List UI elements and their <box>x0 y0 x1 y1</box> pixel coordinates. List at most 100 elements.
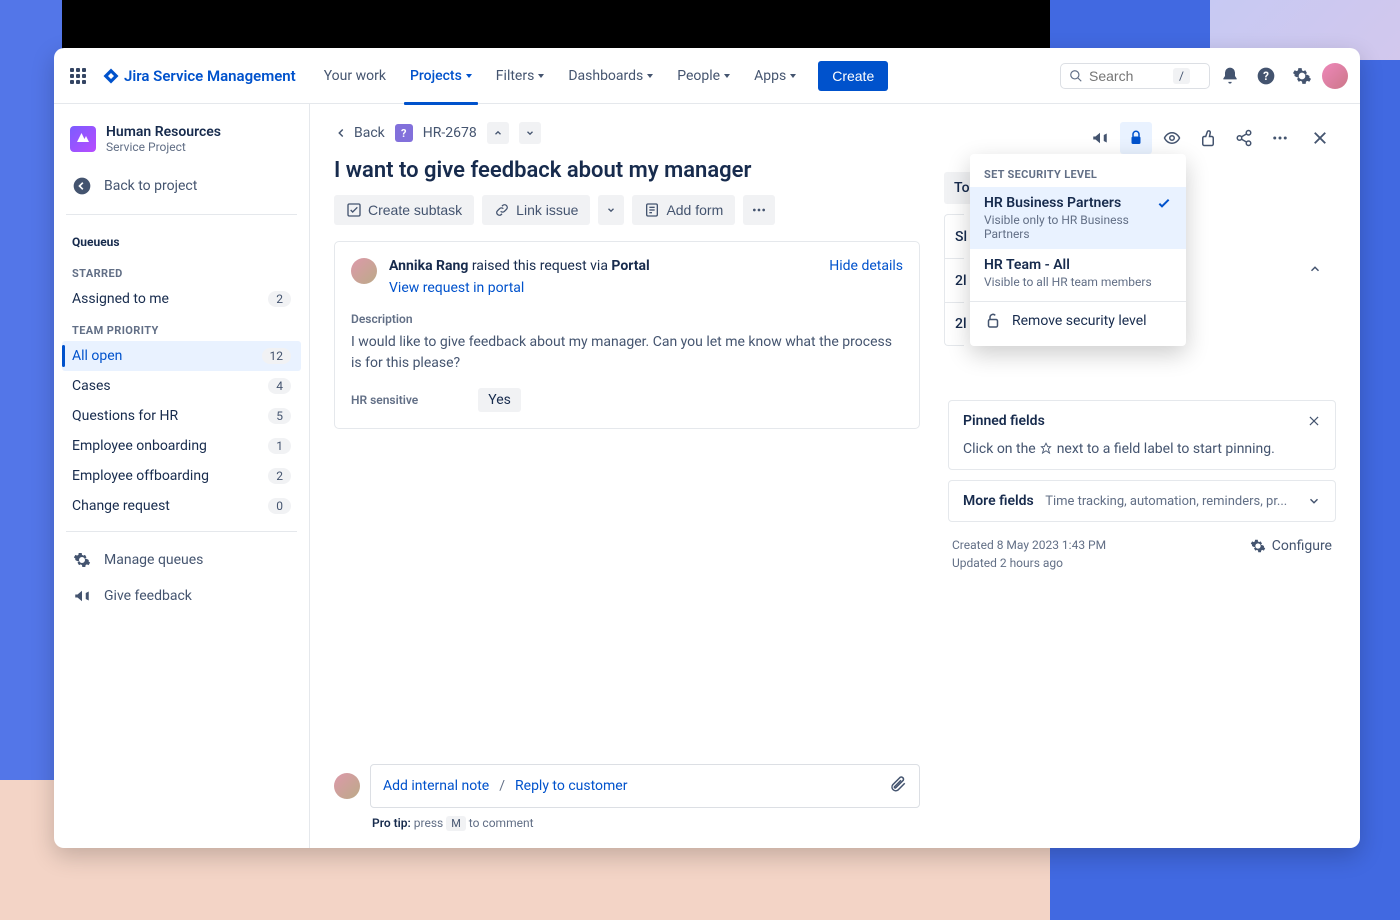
app-window: Jira Service Management Your work Projec… <box>54 48 1360 848</box>
search-input[interactable]: / <box>1060 63 1210 89</box>
watch-icon[interactable] <box>1156 122 1188 154</box>
prev-issue-button[interactable] <box>487 122 509 144</box>
queue-assigned-to-me[interactable]: Assigned to me 2 <box>62 284 301 314</box>
requester-name: Annika Rang <box>389 258 468 274</box>
topbar: Jira Service Management Your work Projec… <box>54 48 1360 104</box>
details-chevron[interactable] <box>1308 262 1322 280</box>
close-icon[interactable] <box>1304 122 1336 154</box>
create-button[interactable]: Create <box>818 61 888 91</box>
next-issue-button[interactable] <box>519 122 541 144</box>
more-actions-button[interactable] <box>743 195 775 225</box>
add-form-button[interactable]: Add form <box>632 195 735 225</box>
hr-sensitive-label: HR sensitive <box>351 393 418 407</box>
breadcrumb: Back ? HR-2678 <box>334 122 920 144</box>
link-issue-button[interactable]: Link issue <box>482 195 590 225</box>
divider <box>66 531 297 532</box>
team-priority-subheading: TEAM PRIORITY <box>62 314 301 341</box>
project-type: Service Project <box>106 140 221 154</box>
issue-type-icon: ? <box>395 124 413 142</box>
attachment-icon[interactable] <box>889 775 907 797</box>
reply-box[interactable]: Add internal note / Reply to customer <box>370 764 920 808</box>
pin-icon <box>1039 442 1053 456</box>
option-desc: Visible only to HR Business Partners <box>984 213 1148 241</box>
back-to-project[interactable]: Back to project <box>62 168 301 204</box>
nav-apps[interactable]: Apps <box>744 60 806 92</box>
more-icon[interactable] <box>1264 122 1296 154</box>
manage-queues[interactable]: Manage queues <box>62 542 301 578</box>
chevron-down-icon <box>466 74 472 78</box>
more-fields-panel[interactable]: More fields Time tracking, automation, r… <box>948 480 1336 522</box>
security-option-hr-team-all[interactable]: HR Team - All Visible to all HR team mem… <box>970 249 1186 297</box>
reply-to-customer-link[interactable]: Reply to customer <box>515 778 627 794</box>
chevron-down-icon <box>606 205 616 215</box>
search-shortcut: / <box>1173 68 1190 84</box>
notifications-icon[interactable] <box>1214 60 1246 92</box>
logo[interactable]: Jira Service Management <box>102 67 296 85</box>
queue-employee-offboarding[interactable]: Employee offboarding 2 <box>62 461 301 491</box>
app-switcher-icon[interactable] <box>66 64 90 88</box>
configure-link[interactable]: Configure <box>1250 538 1332 554</box>
top-nav: Your work Projects Filters Dashboards Pe… <box>314 60 806 92</box>
queue-change-request[interactable]: Change request 0 <box>62 491 301 521</box>
panel-row[interactable]: Sl <box>944 214 964 258</box>
project-header: Human Resources Service Project <box>62 120 301 168</box>
user-avatar[interactable] <box>1322 63 1348 89</box>
feedback-icon[interactable] <box>1084 122 1116 154</box>
close-icon[interactable] <box>1307 414 1321 428</box>
chevron-down-icon <box>790 74 796 78</box>
link-issue-label: Link issue <box>516 202 578 218</box>
hr-sensitive-value: Yes <box>478 388 521 412</box>
help-icon[interactable]: ? <box>1250 60 1282 92</box>
search-field[interactable] <box>1089 68 1167 84</box>
remove-security-level[interactable]: Remove security level <box>970 301 1186 340</box>
queue-employee-onboarding[interactable]: Employee onboarding 1 <box>62 431 301 461</box>
queue-label: Change request <box>72 498 170 514</box>
subtask-icon <box>346 202 362 218</box>
share-icon[interactable] <box>1228 122 1260 154</box>
remove-security-label: Remove security level <box>1012 313 1147 329</box>
requester-avatar <box>351 258 377 284</box>
frame: Jira Service Management Your work Projec… <box>0 0 1400 920</box>
queue-label: Assigned to me <box>72 291 169 307</box>
security-option-hr-business-partners[interactable]: HR Business Partners Visible only to HR … <box>970 187 1186 249</box>
nav-projects[interactable]: Projects <box>400 60 482 92</box>
manage-queues-label: Manage queues <box>104 552 203 568</box>
search-icon <box>1069 69 1083 83</box>
issue-title[interactable]: I want to give feedback about my manager <box>334 158 920 183</box>
queue-count: 12 <box>262 348 292 364</box>
gear-icon <box>1250 538 1266 554</box>
link-issue-dropdown[interactable] <box>598 195 624 225</box>
queue-label: Employee offboarding <box>72 468 209 484</box>
queue-label: All open <box>72 348 122 364</box>
view-request-link[interactable]: View request in portal <box>389 280 817 296</box>
security-lock-icon[interactable] <box>1120 122 1152 154</box>
starred-subheading: STARRED <box>62 257 301 284</box>
settings-icon[interactable] <box>1286 60 1318 92</box>
arrow-left-circle-icon <box>72 176 92 196</box>
nav-people[interactable]: People <box>667 60 740 92</box>
queue-all-open[interactable]: All open 12 <box>62 341 301 371</box>
jira-icon <box>102 67 120 85</box>
queue-count: 2 <box>268 291 291 307</box>
queue-questions-for-hr[interactable]: Questions for HR 5 <box>62 401 301 431</box>
breadcrumb-back[interactable]: Back <box>334 125 385 141</box>
create-subtask-button[interactable]: Create subtask <box>334 195 474 225</box>
dropdown-heading: SET SECURITY LEVEL <box>970 160 1186 187</box>
like-icon[interactable] <box>1192 122 1224 154</box>
queue-count: 2 <box>268 468 291 484</box>
nav-dashboards[interactable]: Dashboards <box>558 60 663 92</box>
pinned-fields-header[interactable]: Pinned fields <box>949 401 1335 441</box>
nav-your-work[interactable]: Your work <box>314 60 396 92</box>
give-feedback[interactable]: Give feedback <box>62 578 301 614</box>
chevron-down-icon <box>538 74 544 78</box>
action-row: Create subtask Link issue Add form <box>334 195 920 225</box>
sidebar: Human Resources Service Project Back to … <box>54 104 310 848</box>
queue-cases[interactable]: Cases 4 <box>62 371 301 401</box>
hide-details-link[interactable]: Hide details <box>829 258 903 274</box>
security-level-dropdown: SET SECURITY LEVEL HR Business Partners … <box>970 154 1186 346</box>
created-at: Created 8 May 2023 1:43 PM <box>952 538 1106 552</box>
add-internal-note-link[interactable]: Add internal note <box>383 778 489 794</box>
chevron-left-icon <box>334 126 348 140</box>
issue-key[interactable]: HR-2678 <box>423 125 477 141</box>
nav-filters[interactable]: Filters <box>486 60 555 92</box>
